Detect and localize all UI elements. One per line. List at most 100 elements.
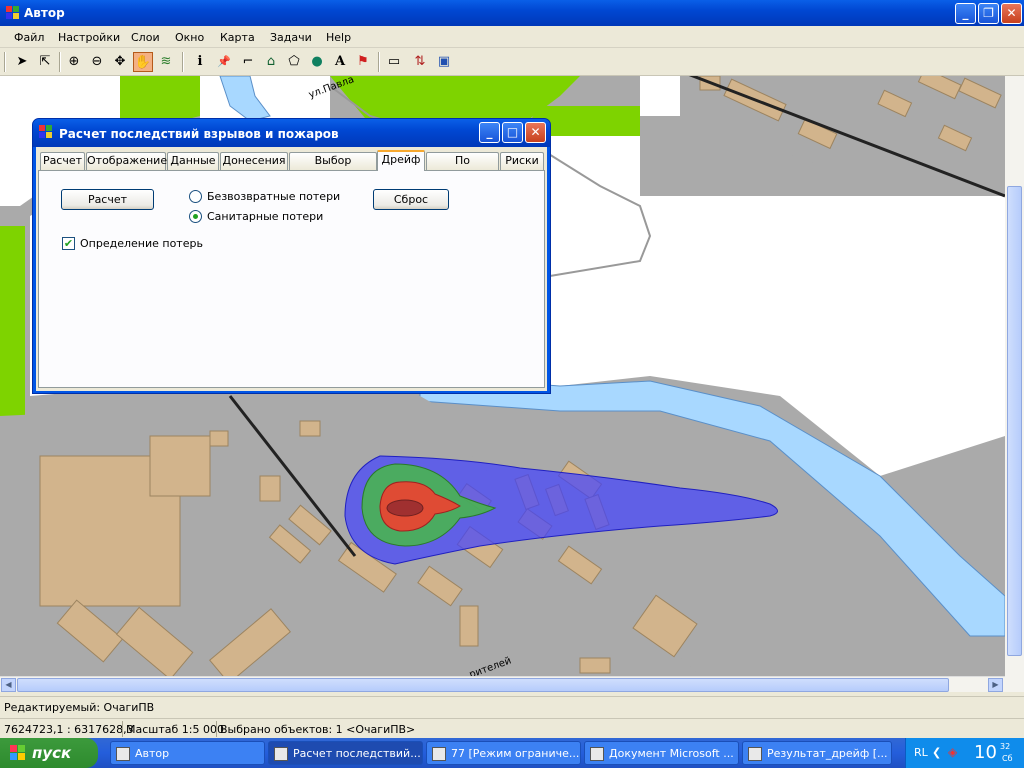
close-button[interactable]: ✕	[1001, 3, 1022, 24]
flag-icon[interactable]: ⚑	[353, 52, 373, 72]
task-label: Расчет последствий...	[293, 747, 421, 760]
dialog-app-icon	[39, 125, 52, 138]
loss-detection-checkbox[interactable]: ✔	[62, 237, 75, 250]
dialog-minimize-button[interactable]: _	[479, 122, 500, 143]
drift-core	[386, 499, 424, 517]
menu-tasks[interactable]: Задачи	[270, 31, 312, 44]
scroll-thumb[interactable]	[17, 678, 949, 692]
menu-window[interactable]: Окно	[175, 31, 204, 44]
tab-object-select[interactable]: Выбор объекта	[289, 152, 377, 183]
app-icon	[116, 747, 130, 761]
tab-drift[interactable]: Дрейф	[377, 150, 425, 171]
calc-button[interactable]: Расчет	[61, 189, 154, 210]
status-separator	[122, 721, 123, 737]
radio-irrecoverable-label: Безвозвратные потери	[207, 190, 341, 203]
vertical-scrollbar[interactable]	[1005, 76, 1024, 692]
menu-file[interactable]: Файл	[14, 31, 44, 44]
radio-sanitary-losses[interactable]	[189, 210, 202, 223]
radio-irrecoverable-losses[interactable]	[189, 190, 202, 203]
task-avtor[interactable]: Автор	[110, 741, 265, 765]
toolbar-separator	[378, 52, 380, 72]
pin-icon[interactable]: 📌	[214, 52, 234, 72]
minimize-icon: _	[962, 6, 969, 20]
graph-icon[interactable]: ⇅	[410, 52, 430, 72]
hand-icon[interactable]: ✋	[133, 52, 153, 72]
restore-button[interactable]: ❐	[978, 3, 999, 24]
status-separator	[216, 721, 217, 737]
minimize-button[interactable]: _	[955, 3, 976, 24]
menu-settings[interactable]: Настройки	[58, 31, 120, 44]
language-indicator[interactable]: RL	[914, 746, 928, 759]
start-button[interactable]: пуск	[0, 738, 98, 768]
menu-layers[interactable]: Слои	[131, 31, 160, 44]
status-bar: 7624723,1 : 6317628,3 Масштаб 1:5 000 Вы…	[0, 718, 1024, 738]
radio-sanitary-label: Санитарные потери	[207, 210, 324, 223]
reset-button[interactable]: Сброс	[373, 189, 449, 210]
pan-move-icon[interactable]: ✥	[110, 52, 130, 72]
status-bar-editing: Редактируемый: ОчагиПВ	[0, 696, 1024, 716]
task-label: 77 [Режим ограниче...	[451, 747, 580, 760]
menu-map[interactable]: Карта	[220, 31, 255, 44]
menu-help[interactable]: Help	[326, 31, 351, 44]
word-icon	[432, 747, 446, 761]
zoom-in-icon[interactable]: ⊕	[64, 52, 84, 72]
tab-by-area[interactable]: По площади	[426, 152, 499, 183]
ellipse-icon[interactable]: ●	[307, 52, 327, 72]
task-word-77[interactable]: 77 [Режим ограниче...	[426, 741, 581, 765]
close-icon: ✕	[1006, 6, 1017, 20]
layers-icon[interactable]: ≋	[156, 52, 176, 72]
menu-bar: Файл Настройки Слои Окно Карта Задачи He…	[0, 26, 1024, 48]
dialog-title: Расчет последствий взрывов и пожаров	[59, 127, 339, 141]
app-icon	[6, 6, 19, 19]
task-calc-dialog[interactable]: Расчет последствий...	[268, 741, 423, 765]
tab-risks[interactable]: Риски	[500, 152, 544, 170]
tab-reports[interactable]: Донесения	[220, 152, 288, 170]
app-icon	[274, 747, 288, 761]
task-word-result[interactable]: Результат_дрейф [...	[742, 741, 892, 765]
horizontal-scrollbar[interactable]: ◀ ▶	[0, 676, 1005, 692]
windows-logo-icon	[10, 745, 25, 760]
toolbar-grip	[4, 52, 6, 72]
dialog-body: Расчет Отображение Данные Донесения Выбо…	[36, 147, 547, 391]
dialog-title-bar[interactable]: Расчет последствий взрывов и пожаров _ □…	[33, 119, 550, 147]
editing-layer-text: Редактируемый: ОчагиПВ	[4, 701, 155, 714]
dialog-close-button[interactable]: ✕	[525, 122, 546, 143]
tab-strip: Расчет Отображение Данные Донесения Выбо…	[38, 150, 545, 183]
selected-objects-text: Выбрано объектов: 1 <ОчагиПВ>	[220, 723, 416, 736]
clock-minutes[interactable]: 32	[1000, 742, 1010, 751]
drift-tab-panel: Расчет Сброс Безвозвратные потери Санита…	[38, 170, 545, 388]
clock-day: Сб	[1002, 754, 1013, 763]
loss-detection-label: Определение потерь	[80, 237, 203, 250]
polygon-icon[interactable]: ⬠	[284, 52, 304, 72]
network-icon[interactable]: ◈	[948, 745, 957, 759]
app-title-bar[interactable]: Автор _ ❐ ✕	[0, 0, 1024, 26]
tray-expand-icon[interactable]: ❮	[932, 746, 941, 759]
start-label: пуск	[32, 744, 72, 762]
word-icon	[590, 747, 604, 761]
word-icon	[748, 747, 762, 761]
select-arrow-icon[interactable]: ➤	[12, 52, 32, 72]
system-tray: RL ❮ ◈ 10 32 Сб	[905, 738, 1024, 768]
tab-calc[interactable]: Расчет	[40, 152, 85, 170]
calc-dialog: Расчет последствий взрывов и пожаров _ □…	[32, 118, 551, 394]
clock-hours[interactable]: 10	[974, 742, 997, 763]
ruler-icon[interactable]: ▭	[384, 52, 404, 72]
zoom-out-icon[interactable]: ⊖	[87, 52, 107, 72]
info-icon[interactable]: i	[190, 52, 210, 72]
scale-text: Масштаб 1:5 000	[126, 723, 224, 736]
tab-data[interactable]: Данные	[167, 152, 219, 170]
dialog-maximize-button[interactable]: □	[502, 122, 523, 143]
polyline-icon[interactable]: ⌐	[238, 52, 258, 72]
scroll-right-icon[interactable]: ▶	[988, 678, 1003, 692]
house-icon[interactable]: ⌂	[261, 52, 281, 72]
select-area-icon[interactable]: ⇱	[35, 52, 55, 72]
image-icon[interactable]: ▣	[434, 52, 454, 72]
task-word-document[interactable]: Документ Microsoft ...	[584, 741, 739, 765]
tab-display[interactable]: Отображение	[86, 152, 167, 170]
scroll-thumb[interactable]	[1007, 186, 1022, 656]
text-icon[interactable]: A	[330, 52, 350, 72]
minimize-icon: _	[486, 125, 493, 139]
toolbar-separator	[182, 52, 184, 72]
scroll-left-icon[interactable]: ◀	[1, 678, 16, 692]
park-area	[0, 226, 25, 436]
